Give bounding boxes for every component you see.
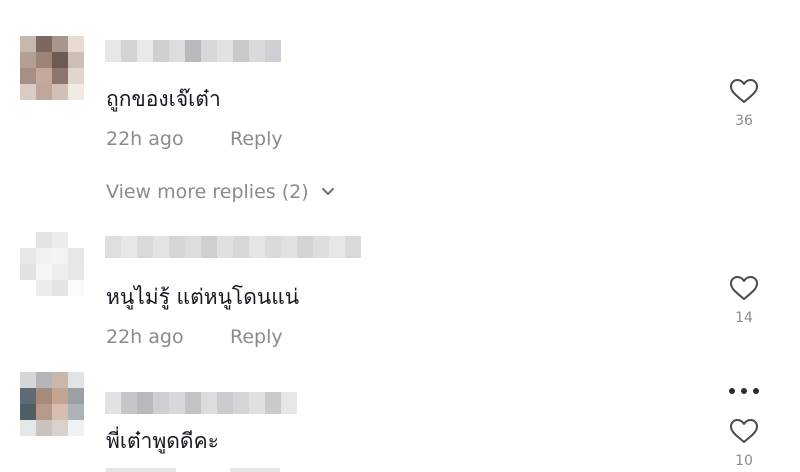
comment-meta: 22h ago Reply xyxy=(106,326,283,348)
username-blurred[interactable] xyxy=(105,236,361,258)
like-count: 14 xyxy=(735,310,753,326)
avatar[interactable] xyxy=(20,372,84,436)
like-count: 10 xyxy=(735,453,753,469)
comment-time: 22h ago xyxy=(106,128,184,150)
more-horizontal-icon[interactable] xyxy=(724,384,764,398)
comment-text: ถูกของเจ๊เต๋า xyxy=(106,87,221,111)
reply-button[interactable]: Reply xyxy=(230,326,283,348)
comment-meta-cropped xyxy=(106,462,286,472)
heart-outline-icon xyxy=(730,419,758,443)
comment-meta: 22h ago Reply xyxy=(106,128,283,150)
heart-outline-icon xyxy=(730,276,758,300)
like-button[interactable]: 14 xyxy=(722,275,766,326)
username-blurred[interactable] xyxy=(105,40,281,62)
like-count: 36 xyxy=(735,113,753,129)
like-button[interactable]: 10 xyxy=(722,418,766,469)
chevron-down-icon xyxy=(321,188,334,195)
comment-text: หนูไม่รู้ แต่หนูโดนแน่ xyxy=(106,285,300,309)
view-more-replies-button[interactable]: View more replies (2) xyxy=(106,181,335,203)
comment-text: พี่เต๋าพูดดีคะ xyxy=(106,429,219,453)
view-more-replies-label: View more replies (2) xyxy=(106,181,309,203)
avatar[interactable] xyxy=(20,232,84,296)
username-blurred[interactable] xyxy=(105,392,297,414)
avatar[interactable] xyxy=(20,36,84,100)
reply-button[interactable]: Reply xyxy=(230,128,283,150)
like-button[interactable]: 36 xyxy=(722,78,766,129)
heart-outline-icon xyxy=(730,79,758,103)
comment-time: 22h ago xyxy=(106,326,184,348)
